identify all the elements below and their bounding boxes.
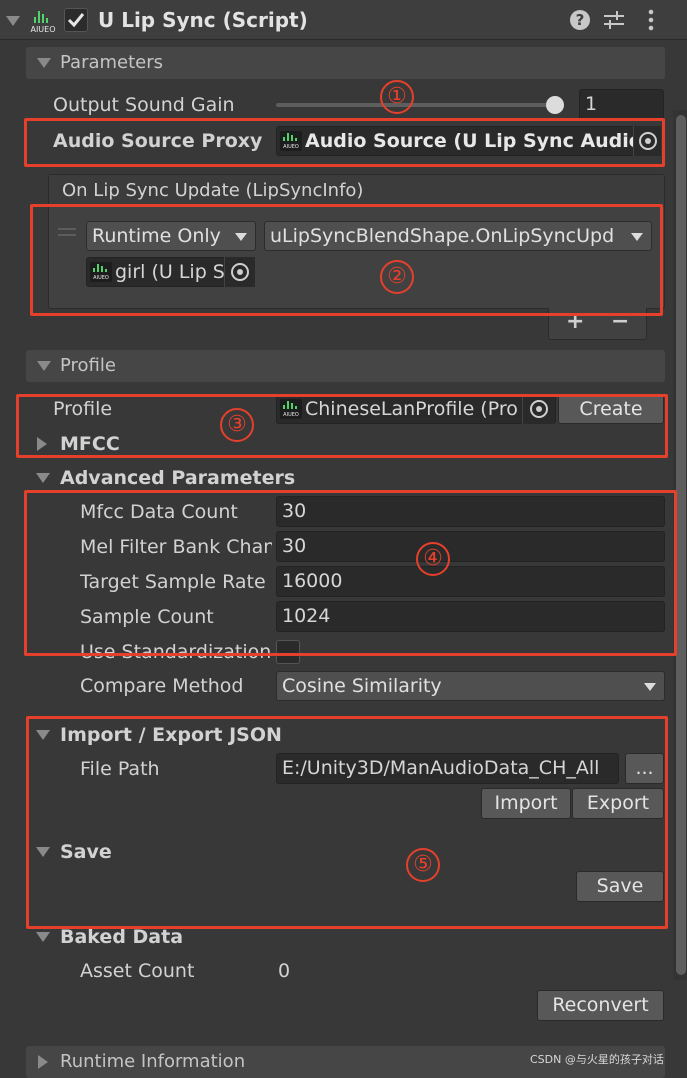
foldout-arrow-icon (37, 58, 51, 68)
object-picker-icon (639, 132, 657, 150)
foldout-arrow-icon (38, 1055, 48, 1069)
profile-picker[interactable] (522, 394, 554, 424)
chevron-down-icon (631, 233, 643, 241)
add-event-button[interactable]: + (566, 307, 584, 337)
component-title: U Lip Sync (Script) (98, 8, 308, 32)
event-title: On Lip Sync Update (LipSyncInfo) (62, 180, 364, 201)
file-path-label: File Path (80, 758, 160, 780)
profile-field[interactable]: ChineseLanProfile (Pro (276, 394, 556, 424)
baked-data-foldout-icon[interactable] (36, 932, 50, 942)
inspector-scrollbar-thumb[interactable] (676, 115, 686, 975)
annotation-number-2: ② (380, 260, 414, 294)
mfcc-data-count-field[interactable]: 30 (276, 496, 665, 527)
profile-value: ChineseLanProfile (Pro (305, 398, 518, 420)
help-icon[interactable]: ? (570, 10, 590, 30)
mfcc-foldout-icon[interactable] (37, 437, 47, 451)
advanced-parameters-label[interactable]: Advanced Parameters (60, 463, 295, 493)
annotation-number-1: ① (380, 80, 414, 114)
kebab-menu-icon[interactable] (646, 9, 656, 31)
object-picker-icon (231, 263, 249, 281)
import-export-foldout-icon[interactable] (36, 730, 50, 740)
parameters-section-header[interactable]: Parameters (26, 47, 665, 79)
export-button[interactable]: Export (572, 788, 664, 819)
runtime-only-dropdown[interactable]: Runtime Only (86, 221, 256, 251)
drag-handle-icon[interactable] (58, 228, 76, 236)
file-path-field[interactable]: E:/Unity3D/ManAudioData_CH_All (276, 753, 619, 784)
save-foldout-icon[interactable] (36, 847, 50, 857)
ulipsync-script-icon: AIUEO (30, 8, 56, 34)
object-picker-icon (530, 400, 548, 418)
sample-count-label: Sample Count (80, 606, 214, 628)
annotation-number-4: ④ (416, 542, 450, 576)
watermark: CSDN @与火星的孩子对话 (530, 1053, 664, 1066)
import-button[interactable]: Import (481, 788, 571, 819)
audio-source-proxy-field[interactable]: Audio Source (U Lip Sync Audio S (276, 126, 661, 156)
reconvert-button[interactable]: Reconvert (537, 990, 664, 1021)
audio-source-proxy-label: Audio Source Proxy (53, 130, 263, 152)
event-target-value: girl (U Lip S (115, 261, 225, 283)
profile-asset-icon: AIUEO (280, 399, 302, 419)
asset-count-label: Asset Count (80, 960, 195, 982)
asset-count-value: 0 (278, 960, 291, 982)
component-header: AIUEO U Lip Sync (Script) ? (0, 0, 687, 40)
list-footer (548, 308, 647, 340)
preset-sliders-icon[interactable] (602, 9, 626, 31)
output-sound-gain-field[interactable]: 1 (579, 89, 664, 120)
mfcc-data-count-label: Mfcc Data Count (80, 501, 238, 523)
advanced-foldout-icon[interactable] (36, 473, 50, 483)
output-sound-gain-slider-handle[interactable] (546, 96, 564, 114)
annotation-number-5: ⑤ (406, 848, 440, 882)
baked-data-label[interactable]: Baked Data (60, 922, 183, 952)
audio-source-proxy-picker[interactable] (633, 126, 661, 156)
audio-source-proxy-value: Audio Source (U Lip Sync Audio S (305, 130, 661, 152)
girl-script-icon: AIUEO (90, 262, 112, 282)
output-sound-gain-slider-track[interactable] (276, 103, 564, 107)
target-sample-rate-label: Target Sample Rate (80, 571, 266, 593)
annotation-number-3: ③ (220, 408, 254, 442)
chevron-down-icon (644, 683, 656, 691)
sample-count-field[interactable]: 1024 (276, 601, 665, 632)
import-export-label[interactable]: Import / Export JSON (60, 720, 282, 750)
mel-filter-bank-label: Mel Filter Bank Chan (80, 536, 272, 558)
foldout-arrow-icon[interactable] (6, 16, 20, 26)
output-sound-gain-label: Output Sound Gain (53, 94, 235, 116)
compare-method-dropdown[interactable]: Cosine Similarity (276, 671, 665, 701)
remove-event-button[interactable]: − (611, 307, 629, 337)
profile-section-header[interactable]: Profile (26, 350, 665, 382)
checkmark-icon (67, 13, 85, 28)
enable-checkbox[interactable] (64, 8, 88, 32)
mel-filter-bank-field[interactable]: 30 (276, 531, 665, 562)
foldout-arrow-icon (37, 361, 51, 371)
compare-method-label: Compare Method (80, 675, 244, 697)
save-section-label[interactable]: Save (60, 837, 112, 867)
audio-source-script-icon: AIUEO (280, 131, 302, 151)
browse-file-button[interactable]: ... (625, 753, 664, 784)
use-standardization-label: Use Standardization (80, 641, 272, 663)
event-function-dropdown[interactable]: uLipSyncBlendShape.OnLipSyncUpd (264, 221, 652, 251)
mfcc-label[interactable]: MFCC (60, 429, 120, 459)
chevron-down-icon (235, 233, 247, 241)
event-target-picker[interactable] (224, 257, 255, 287)
target-sample-rate-field[interactable]: 16000 (276, 566, 665, 597)
use-standardization-checkbox[interactable] (276, 640, 300, 664)
profile-label: Profile (53, 398, 113, 420)
save-button[interactable]: Save (576, 871, 664, 902)
create-profile-button[interactable]: Create (558, 394, 664, 424)
